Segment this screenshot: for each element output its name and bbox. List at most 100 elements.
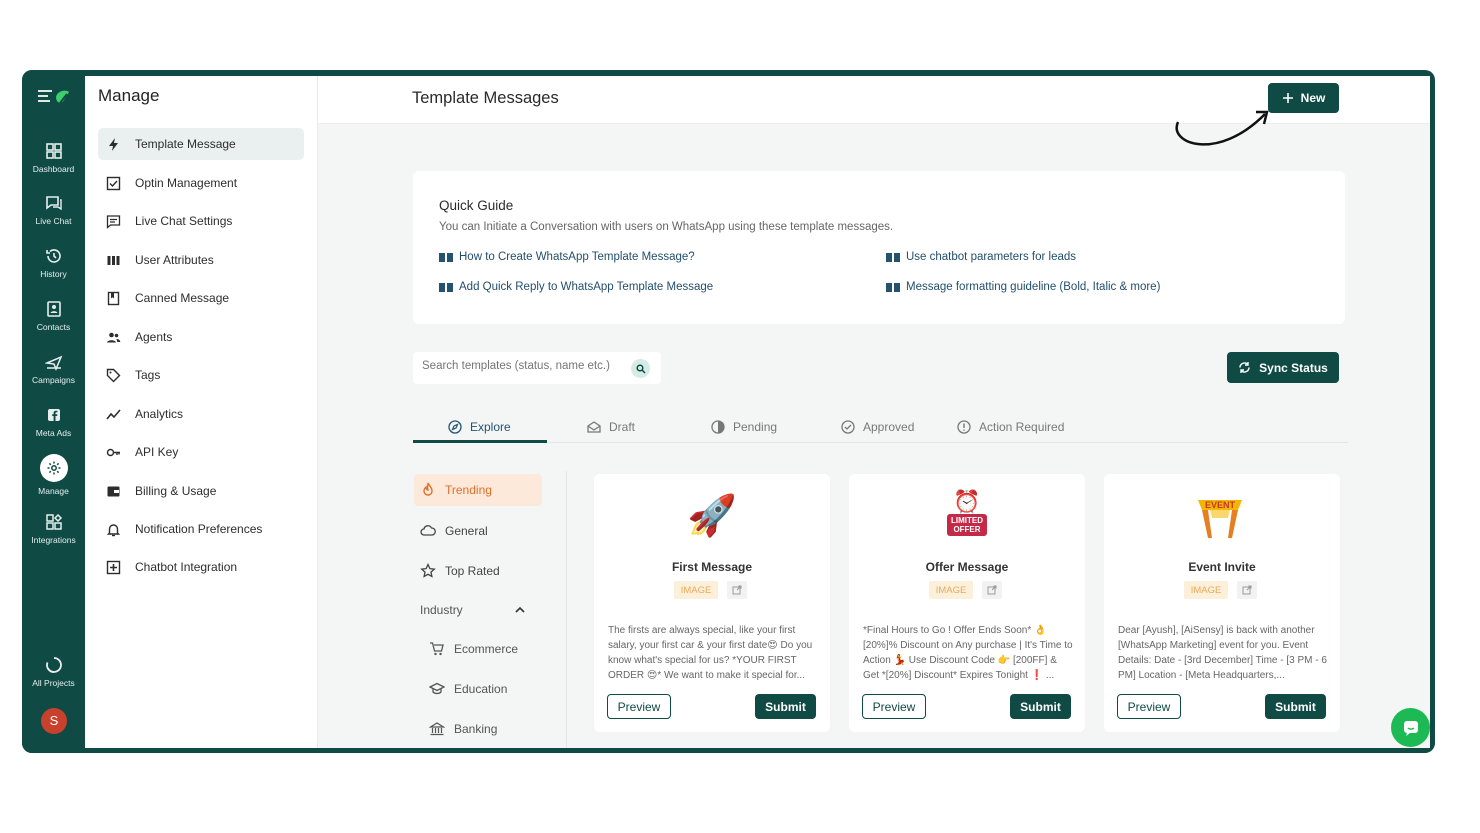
logo-icon[interactable] bbox=[36, 86, 72, 108]
main-content: Manage Template Message Optin Management… bbox=[85, 76, 1430, 748]
tab-pending[interactable]: Pending bbox=[711, 413, 777, 441]
menu-item-label: API Key bbox=[135, 445, 179, 459]
book-icon bbox=[439, 252, 453, 262]
projects-icon bbox=[45, 657, 62, 673]
image-tag: IMAGE bbox=[929, 581, 973, 599]
industry-ecommerce[interactable]: Ecommerce bbox=[423, 633, 551, 665]
preview-button[interactable]: Preview bbox=[862, 694, 926, 719]
integrations-icon bbox=[45, 513, 62, 530]
chat-bubble-icon bbox=[1403, 720, 1418, 736]
submit-button[interactable]: Submit bbox=[755, 694, 816, 719]
rail-item-live-chat[interactable]: Live Chat bbox=[22, 194, 85, 226]
quick-guide-subtitle: You can Initiate a Conversation with use… bbox=[439, 221, 894, 233]
menu-item-label: Optin Management bbox=[135, 176, 238, 190]
rocket-icon: 🚀 bbox=[687, 494, 737, 538]
menu-item-label: Live Chat Settings bbox=[135, 214, 233, 228]
template-body: *Final Hours to Go ! Offer Ends Soon* 👌 … bbox=[863, 625, 1073, 681]
category-trending[interactable]: Trending bbox=[414, 474, 542, 506]
avatar[interactable]: S bbox=[41, 708, 67, 734]
industry-education[interactable]: Education bbox=[423, 673, 551, 705]
sync-status-button[interactable]: Sync Status bbox=[1227, 352, 1339, 383]
quick-guide-title: Quick Guide bbox=[439, 198, 514, 213]
tab-draft[interactable]: Draft bbox=[587, 413, 635, 441]
gear-icon bbox=[47, 461, 60, 475]
mail-open-icon bbox=[587, 421, 601, 433]
manage-panel: Manage Template Message Optin Management… bbox=[85, 76, 318, 748]
manage-title: Manage bbox=[98, 86, 160, 105]
rail-item-manage[interactable]: Manage bbox=[22, 454, 85, 496]
template-name: First Message bbox=[671, 560, 753, 574]
menu-item-label: Chatbot Integration bbox=[135, 560, 238, 574]
guide-link-label: How to Create WhatsApp Template Message? bbox=[459, 251, 695, 263]
menu-item-api-key[interactable]: API Key bbox=[98, 436, 304, 468]
preview-button[interactable]: Preview bbox=[607, 694, 671, 719]
rail-item-dashboard[interactable]: Dashboard bbox=[22, 142, 85, 174]
guide-link-quick-reply[interactable]: Add Quick Reply to WhatsApp Template Mes… bbox=[439, 281, 713, 293]
menu-item-optin-management[interactable]: Optin Management bbox=[98, 167, 304, 199]
tab-explore[interactable]: Explore bbox=[448, 413, 511, 441]
external-link-icon bbox=[987, 585, 997, 595]
tab-action-required[interactable]: Action Required bbox=[957, 413, 1064, 441]
trend-icon bbox=[106, 408, 121, 419]
guide-link-create-template[interactable]: How to Create WhatsApp Template Message? bbox=[439, 251, 695, 263]
menu-item-analytics[interactable]: Analytics bbox=[98, 398, 304, 430]
menu-item-canned-message[interactable]: Canned Message bbox=[98, 282, 304, 314]
users-icon bbox=[107, 332, 121, 342]
submit-button[interactable]: Submit bbox=[1010, 694, 1071, 719]
preview-button[interactable]: Preview bbox=[1117, 694, 1181, 719]
menu-item-label: Agents bbox=[135, 330, 173, 344]
rail-active-indicator bbox=[39, 454, 68, 482]
refresh-icon bbox=[1239, 362, 1250, 373]
rail-item-integrations[interactable]: Integrations bbox=[22, 513, 85, 545]
guide-link-label: Message formatting guideline (Bold, Ital… bbox=[906, 281, 1161, 293]
category-general[interactable]: General bbox=[414, 515, 542, 547]
rail-item-meta-ads[interactable]: Meta Ads bbox=[22, 406, 85, 438]
bank-icon bbox=[429, 722, 445, 736]
menu-item-label: Tags bbox=[135, 368, 161, 382]
external-link-button[interactable] bbox=[727, 581, 747, 599]
tag-icon bbox=[106, 368, 121, 382]
plus-square-icon bbox=[106, 560, 121, 574]
external-link-button[interactable] bbox=[1237, 581, 1257, 599]
search-input[interactable] bbox=[422, 360, 622, 372]
search-button[interactable] bbox=[631, 359, 650, 378]
tabs-divider bbox=[413, 442, 1348, 443]
menu-item-chatbot-integration[interactable]: Chatbot Integration bbox=[98, 551, 304, 583]
external-link-button[interactable] bbox=[982, 581, 1002, 599]
menu-item-agents[interactable]: Agents bbox=[98, 321, 304, 353]
category-top-rated[interactable]: Top Rated bbox=[414, 555, 542, 587]
rail-label: Contacts bbox=[36, 322, 71, 332]
industry-banking[interactable]: Banking bbox=[423, 713, 551, 745]
star-icon bbox=[420, 563, 436, 578]
app-window: Dashboard Live Chat History Contacts Cam… bbox=[22, 70, 1435, 753]
compass-icon bbox=[448, 420, 462, 434]
rail-item-all-projects[interactable]: All Projects bbox=[22, 656, 85, 688]
menu-item-label: User Attributes bbox=[135, 253, 214, 267]
rail-label: Integrations bbox=[31, 535, 76, 545]
rail-label: Meta Ads bbox=[35, 428, 72, 438]
industry-label: Industry bbox=[420, 603, 463, 617]
template-card: ⏰ LIMITED OFFER Offer Message IMAGE *Fin… bbox=[849, 474, 1085, 732]
menu-item-template-message[interactable]: Template Message bbox=[98, 128, 304, 160]
menu-item-billing-usage[interactable]: Billing & Usage bbox=[98, 475, 304, 507]
tab-approved[interactable]: Approved bbox=[841, 413, 914, 441]
guide-link-formatting[interactable]: Message formatting guideline (Bold, Ital… bbox=[886, 281, 1160, 293]
rail-item-history[interactable]: History bbox=[22, 247, 85, 279]
event-badge-text: EVENT bbox=[1205, 500, 1236, 510]
menu-item-notification-preferences[interactable]: Notification Preferences bbox=[98, 513, 304, 545]
bolt-icon bbox=[109, 137, 118, 151]
template-name: Event Invite bbox=[1188, 560, 1256, 574]
menu-item-user-attributes[interactable]: User Attributes bbox=[98, 244, 304, 276]
new-template-button[interactable]: New bbox=[1268, 83, 1339, 113]
menu-item-live-chat-settings[interactable]: Live Chat Settings bbox=[98, 205, 304, 237]
menu-item-label: Billing & Usage bbox=[135, 484, 217, 498]
support-chat-button[interactable] bbox=[1391, 708, 1430, 747]
menu-item-tags[interactable]: Tags bbox=[98, 359, 304, 391]
industry-toggle[interactable]: Industry bbox=[414, 594, 542, 626]
rail-item-campaigns[interactable]: Campaigns bbox=[22, 353, 85, 385]
rail-item-contacts[interactable]: Contacts bbox=[22, 300, 85, 332]
icon-rail: Dashboard Live Chat History Contacts Cam… bbox=[22, 70, 85, 753]
guide-link-chatbot-parameters[interactable]: Use chatbot parameters for leads bbox=[886, 251, 1076, 263]
external-link-icon bbox=[1242, 585, 1252, 595]
submit-button[interactable]: Submit bbox=[1265, 694, 1326, 719]
